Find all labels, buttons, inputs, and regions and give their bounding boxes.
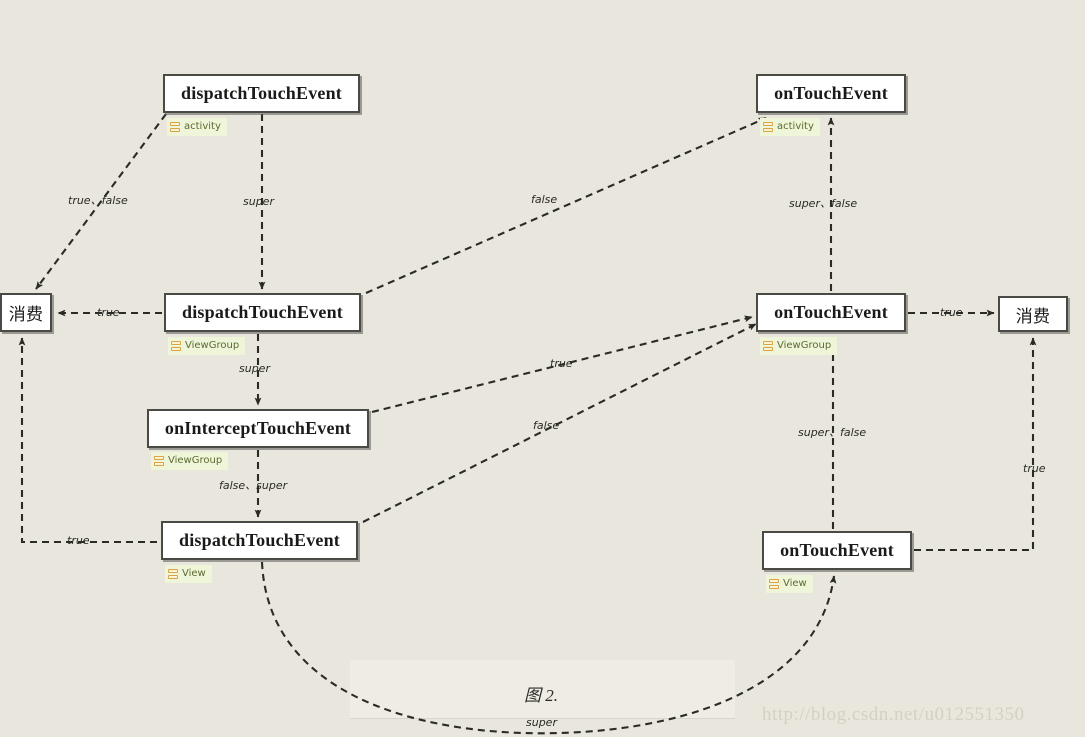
node-viewgroup-on-touch-event[interactable]: onTouchEvent bbox=[756, 293, 906, 332]
edge-view-ontouch-to-consume-right bbox=[914, 337, 1037, 552]
badge-label: ViewGroup bbox=[185, 340, 240, 351]
badge-label: ViewGroup bbox=[168, 455, 223, 466]
edge-label-intercept-true: true bbox=[550, 357, 573, 370]
badge-view-dispatch: View bbox=[165, 565, 212, 583]
node-consume-left[interactable]: 消费 bbox=[0, 293, 52, 332]
badge-viewgroup-ontouch: ViewGroup bbox=[760, 337, 838, 355]
node-activity-dispatch-touch-event[interactable]: dispatchTouchEvent bbox=[163, 74, 360, 113]
edge-label-view-dispatch-false: false bbox=[533, 419, 560, 432]
edge-label-activity-dispatch-true-false: true、false bbox=[68, 194, 128, 207]
badge-label: activity bbox=[184, 121, 221, 132]
class-icon bbox=[154, 455, 164, 467]
node-activity-on-touch-event[interactable]: onTouchEvent bbox=[756, 74, 906, 113]
badge-label: View bbox=[182, 568, 206, 579]
edge-label-viewgroup-super: super bbox=[239, 362, 270, 375]
badge-viewgroup-intercept: ViewGroup bbox=[151, 452, 229, 470]
badge-view-ontouch: View bbox=[766, 575, 813, 593]
edge-view-dispatch-to-viewgroup-ontouch bbox=[362, 323, 757, 523]
badge-activity-ontouch: activity bbox=[760, 118, 820, 136]
node-view-dispatch-touch-event[interactable]: dispatchTouchEvent bbox=[161, 521, 358, 560]
edge-label-viewgroup-ontouch-consume-true: true bbox=[940, 306, 963, 319]
edge-label-activity-super: super bbox=[243, 195, 274, 208]
figure-caption: 图 2. bbox=[524, 686, 558, 705]
node-view-on-touch-event[interactable]: onTouchEvent bbox=[762, 531, 912, 570]
edge-label-view-dispatch-consume-true: true bbox=[67, 534, 90, 547]
class-icon bbox=[763, 340, 773, 352]
class-icon bbox=[168, 568, 178, 580]
diagram-canvas: dispatchTouchEvent activity onTouchEvent… bbox=[0, 0, 1085, 737]
class-icon bbox=[170, 121, 180, 133]
edge-label-intercept-false-super: false、super bbox=[219, 479, 288, 492]
class-icon bbox=[171, 340, 181, 352]
edge-view-dispatch-to-consume-left bbox=[18, 337, 157, 544]
edge-view-dispatch-to-view-ontouch-super bbox=[260, 561, 837, 735]
class-icon bbox=[769, 578, 779, 590]
node-consume-right[interactable]: 消费 bbox=[998, 296, 1068, 332]
badge-label: View bbox=[783, 578, 807, 589]
node-viewgroup-dispatch-touch-event[interactable]: dispatchTouchEvent bbox=[164, 293, 361, 332]
class-icon bbox=[763, 121, 773, 133]
edge-label-viewgroup-dispatch-consume-true: true bbox=[97, 306, 120, 319]
badge-label: activity bbox=[777, 121, 814, 132]
source-watermark: http://blog.csdn.net/u012551350 bbox=[762, 704, 1025, 725]
edge-label-activity-ontouch-super-false: super、false bbox=[789, 197, 858, 210]
node-viewgroup-on-intercept-touch-event[interactable]: onInterceptTouchEvent bbox=[147, 409, 369, 448]
edge-label-view-super: super bbox=[526, 716, 557, 729]
edge-label-view-ontouch-consume-true: true bbox=[1023, 462, 1046, 475]
edge-label-viewgroup-dispatch-false: false bbox=[531, 193, 558, 206]
badge-label: ViewGroup bbox=[777, 340, 832, 351]
edge-viewgroup-dispatch-to-activity-ontouch bbox=[365, 117, 767, 294]
badge-activity-dispatch: activity bbox=[167, 118, 227, 136]
edge-label-view-ontouch-super-false: super、false bbox=[798, 426, 867, 439]
badge-viewgroup-dispatch: ViewGroup bbox=[168, 337, 246, 355]
